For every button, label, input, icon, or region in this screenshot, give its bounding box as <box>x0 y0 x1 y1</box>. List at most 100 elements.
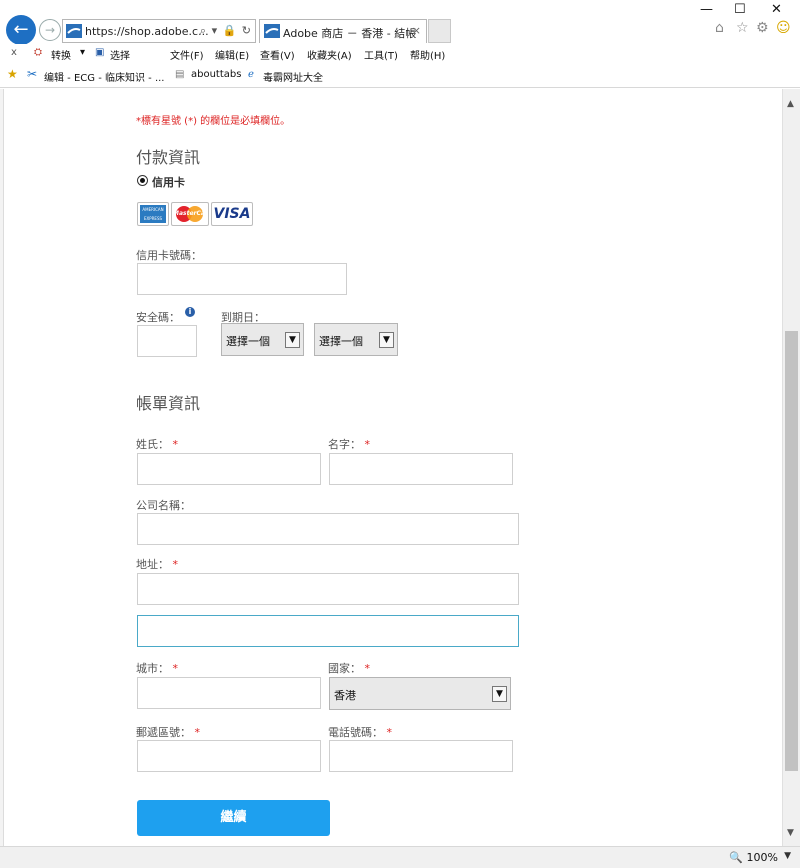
page-fav-icon: ▤ <box>175 69 185 80</box>
security-code-label: 安全碼： <box>136 311 180 324</box>
minimize-icon[interactable]: — <box>700 2 713 17</box>
last-name-input[interactable] <box>137 453 321 485</box>
favorites-star-icon[interactable]: ☆ <box>736 20 749 36</box>
country-label: 國家： * <box>328 660 370 676</box>
menu-bar: x ⛭ 转换 ▾ ▣ 选择 文件(F) 编辑(E) 查看(V) 收藏夹(A) 工… <box>0 44 800 64</box>
gear-icon[interactable]: ⚙ <box>756 20 769 36</box>
phone-label-text: 電話號碼： <box>328 726 383 739</box>
menu-view[interactable]: 查看(V) <box>260 47 295 62</box>
security-code-input[interactable] <box>137 325 197 357</box>
city-input[interactable] <box>137 677 321 709</box>
mastercard-card-icon: MasterCard <box>171 202 209 226</box>
smiley-feedback-icon[interactable]: ☺ <box>776 20 791 36</box>
country-value: 香港 <box>334 689 356 702</box>
company-input[interactable] <box>137 513 519 545</box>
payment-section-heading: 付款資訊 <box>136 148 201 167</box>
chevron-down-icon: ▼ <box>285 332 300 348</box>
credit-card-label: 信用卡 <box>152 176 185 189</box>
country-label-text: 國家： <box>328 662 361 675</box>
menu-file[interactable]: 文件(F) <box>170 47 204 62</box>
vertical-scrollbar[interactable]: ▲ ▼ <box>782 89 800 846</box>
address-label: 地址： * <box>136 556 178 572</box>
close-toolbar-icon[interactable]: x <box>11 47 17 58</box>
address-tools-icon[interactable]: ⌕ ▾ 🔒 ↻ <box>200 24 252 38</box>
expiry-month-value: 選擇一個 <box>226 335 270 348</box>
new-tab-button[interactable] <box>428 19 451 43</box>
required-star: * <box>386 726 393 739</box>
convert-dropdown-icon[interactable]: ▾ <box>80 47 85 58</box>
last-name-label: 姓氏： * <box>136 436 178 452</box>
zoom-dropdown-icon[interactable]: ▼ <box>784 851 791 861</box>
card-number-label: 信用卡號碼： <box>136 249 202 262</box>
required-star: * <box>364 438 371 451</box>
amex-logo: AMERICAN EXPRESS <box>140 205 166 223</box>
select-icon: ▣ <box>95 47 105 58</box>
maximize-icon[interactable]: ☐ <box>734 2 746 17</box>
menu-help[interactable]: 帮助(H) <box>410 47 445 62</box>
zoom-level[interactable]: 🔍 100% <box>729 851 778 864</box>
favorite-item-abouttabs[interactable]: abouttabs <box>191 69 241 80</box>
expiry-year-value: 選擇一個 <box>319 335 363 348</box>
tab-favicon-icon <box>264 24 280 38</box>
home-icon[interactable]: ⌂ <box>715 20 724 36</box>
expiry-month-select[interactable]: 選擇一個 ▼ <box>221 323 304 356</box>
chevron-down-icon: ▼ <box>379 332 394 348</box>
amex-card-icon: AMERICAN EXPRESS <box>137 202 169 226</box>
scroll-up-icon[interactable]: ▲ <box>787 99 794 109</box>
tab-title: Adobe 商店 － 香港 - 結帳 <box>283 27 417 40</box>
required-star: * <box>172 558 179 571</box>
convert-icon: ⛭ <box>34 47 42 58</box>
required-star: * <box>172 438 179 451</box>
city-label-text: 城市： <box>136 662 169 675</box>
card-number-input[interactable] <box>137 263 347 295</box>
first-name-label-text: 名字： <box>328 438 361 451</box>
address-label-text: 地址： <box>136 558 169 571</box>
required-fields-note: *標有星號 (*) 的欄位是必填欄位。 <box>136 116 291 127</box>
site-logo-icon <box>66 24 82 38</box>
postal-code-label-text: 郵遞區號： <box>136 726 191 739</box>
tab-adobe-store[interactable]: Adobe 商店 － 香港 - 結帳 × <box>259 19 427 43</box>
tab-close-icon[interactable]: × <box>412 24 421 37</box>
scrollbar-thumb[interactable] <box>785 331 798 771</box>
security-code-info-icon[interactable]: i <box>185 307 195 317</box>
browser-titlebar: ← → https://shop.adobe.c... ⌕ ▾ 🔒 ↻ Adob… <box>0 0 800 45</box>
continue-button[interactable]: 繼續 <box>137 800 330 836</box>
favorite-item-duba[interactable]: 毒霸网址大全 <box>263 69 323 84</box>
menu-favorites[interactable]: 收藏夹(A) <box>307 47 352 62</box>
visa-card-icon: VISA <box>211 202 253 226</box>
country-select[interactable]: 香港 ▼ <box>329 677 511 710</box>
address-bar[interactable]: https://shop.adobe.c... ⌕ ▾ 🔒 ↻ <box>62 19 256 43</box>
ie-fav-icon: ℯ <box>248 69 254 80</box>
forward-arrow-icon[interactable]: → <box>39 19 61 41</box>
ecg-fav-icon: ✂ <box>27 67 38 81</box>
required-star: * <box>194 726 201 739</box>
last-name-label-text: 姓氏： <box>136 438 169 451</box>
expiry-year-select[interactable]: 選擇一個 ▼ <box>314 323 398 356</box>
menu-edit[interactable]: 编辑(E) <box>215 47 249 62</box>
menu-select[interactable]: 选择 <box>110 47 130 62</box>
zoom-value: 100% <box>746 851 778 864</box>
company-label: 公司名稱： <box>136 499 191 512</box>
postal-code-input[interactable] <box>137 740 321 772</box>
phone-input[interactable] <box>329 740 513 772</box>
close-window-icon[interactable]: ✕ <box>771 2 782 17</box>
mastercard-logo: MasterCard <box>173 210 209 217</box>
menu-convert[interactable]: 转换 <box>51 47 71 62</box>
address-url[interactable]: https://shop.adobe.c... <box>85 25 209 38</box>
favorites-bar: ★ ✂ 编辑 - ECG - 临床知识 - ... ▤ abouttabs ℯ … <box>0 64 800 88</box>
required-star: * <box>172 662 179 675</box>
back-arrow-icon[interactable]: ← <box>6 15 36 45</box>
credit-card-radio[interactable] <box>137 175 148 186</box>
chevron-down-icon: ▼ <box>492 686 507 702</box>
first-name-input[interactable] <box>329 453 513 485</box>
city-label: 城市： * <box>136 660 178 676</box>
scroll-down-icon[interactable]: ▼ <box>787 828 794 838</box>
address-line2-input[interactable] <box>137 615 519 647</box>
favorites-star-add-icon[interactable]: ★ <box>7 67 18 81</box>
address-line1-input[interactable] <box>137 573 519 605</box>
status-bar: 🔍 100% ▼ <box>0 846 800 868</box>
favorite-item-ecg[interactable]: 编辑 - ECG - 临床知识 - ... <box>44 69 164 84</box>
postal-code-label: 郵遞區號： * <box>136 724 200 740</box>
billing-section-heading: 帳單資訊 <box>136 394 201 413</box>
menu-tools[interactable]: 工具(T) <box>364 47 398 62</box>
